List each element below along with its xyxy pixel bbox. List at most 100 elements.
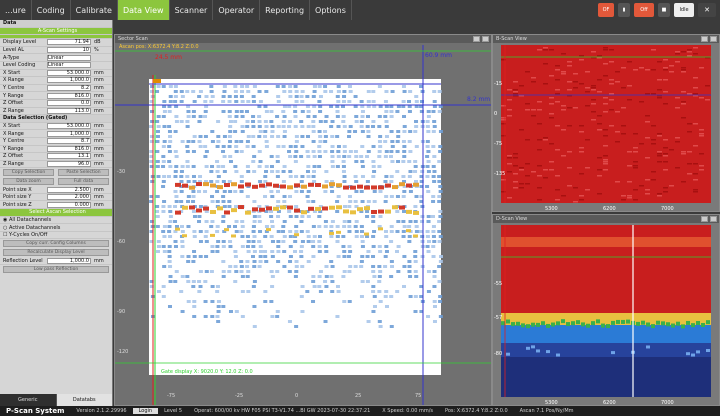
point-size-z-input[interactable]: 0.000: [47, 201, 91, 208]
full-data-button[interactable]: Full data: [58, 178, 109, 186]
scan-pixel: [645, 115, 650, 117]
y-range-input[interactable]: 816.0: [47, 92, 91, 99]
x-range-input[interactable]: 1,000.0: [47, 77, 91, 84]
scan-pixel: [269, 235, 274, 238]
display-level-input[interactable]: 71.94: [47, 39, 91, 46]
scan-pixel: [270, 195, 275, 198]
scan-pixel: [198, 255, 203, 258]
record-button[interactable]: OF: [598, 3, 614, 17]
tab-scanner[interactable]: Scanner: [170, 0, 214, 20]
data-zoom-button[interactable]: Data zoom: [3, 178, 54, 186]
scan-pixel: [543, 83, 548, 85]
recalculate-button[interactable]: Recalculate Display Level: [3, 249, 109, 257]
scan-pixel: [306, 190, 311, 193]
x-start-input[interactable]: 53.000.0: [47, 69, 91, 76]
tab-datatabs[interactable]: Datatabs: [56, 394, 112, 406]
scan-pixel: [621, 67, 626, 69]
b-scan-canvas[interactable]: -15 0 -75 -135 5300 6200 7000: [493, 35, 720, 212]
tab-measure[interactable]: ...ure: [0, 0, 32, 20]
y-range2-input[interactable]: 816.0: [47, 145, 91, 152]
scan-pixel: [531, 345, 535, 349]
scan-pixel: [323, 190, 328, 193]
scan-pixel: [383, 295, 388, 298]
scan-pixel: [372, 170, 377, 173]
scan-pixel: [663, 187, 668, 189]
scan-pixel: [384, 175, 389, 178]
tab-generic[interactable]: Generic: [0, 394, 57, 406]
scan-pixel: [215, 285, 220, 288]
x-range2-input[interactable]: 1,000.0: [47, 130, 91, 137]
tab-coding[interactable]: Coding: [32, 0, 71, 20]
unknown-icon[interactable]: ▮: [618, 3, 630, 17]
scan-pixel: [645, 69, 650, 71]
tab-calibrate[interactable]: Calibrate: [71, 0, 118, 20]
scan-pixel: [438, 315, 443, 318]
close-icon[interactable]: ✕: [698, 3, 716, 17]
login-button[interactable]: Login: [132, 408, 159, 414]
scan-pixel: [216, 310, 221, 313]
point-size-x-input[interactable]: 2.500: [47, 186, 91, 193]
scan-pixel: [203, 280, 208, 283]
reflection-level-input[interactable]: 1,000.0: [47, 257, 91, 264]
ascan-status-text: Ascan 7.1 Pos/Ny/Mm: [519, 408, 574, 414]
scan-pixel: [669, 185, 674, 187]
z-range2-input[interactable]: 96.0: [47, 160, 91, 167]
scan-pixel: [573, 187, 578, 189]
level-coding-select[interactable]: Linear: [47, 62, 91, 69]
low-pass-button[interactable]: Low pass Reflection: [3, 266, 109, 274]
z-range-input[interactable]: 113.0: [47, 107, 91, 114]
scan-pixel: [360, 245, 365, 248]
scan-pixel: [686, 352, 690, 356]
scan-pixel: [519, 167, 524, 169]
level-al-input[interactable]: 10: [47, 47, 91, 54]
scan-pixel: [311, 200, 316, 203]
scan-pixel: [330, 190, 335, 193]
d-scan-view[interactable]: D-Scan View -55 -57 -80 5300 6200 7000: [492, 214, 720, 406]
tab-data-view[interactable]: Data View: [117, 0, 170, 20]
paste-selection-button[interactable]: Paste Selection: [58, 169, 109, 177]
option-active-channels[interactable]: ○ Active Datachannels: [0, 224, 112, 232]
y-centre2-input[interactable]: 8.7: [47, 138, 91, 145]
d-scan-canvas[interactable]: -55 -57 -80 5300 6200 7000: [493, 215, 720, 406]
scan-pixel: [198, 175, 203, 178]
tab-options[interactable]: Options: [310, 0, 352, 20]
point-size-y-input[interactable]: 2.000: [47, 194, 91, 201]
scan-pixel: [585, 87, 590, 89]
b-scan-view[interactable]: B-Scan View -15 0 -75 -135 5300 6200 700…: [492, 34, 720, 212]
scan-pixel: [264, 110, 269, 113]
section-header-data[interactable]: Data: [0, 20, 112, 28]
sector-scan-canvas[interactable]: 24.5 mm 60.9 mm 8.2 mm Gate display X: 9…: [115, 35, 492, 406]
stop-icon[interactable]: ■: [658, 3, 670, 17]
z-offset2-input[interactable]: 13.1: [47, 153, 91, 160]
tab-reporting[interactable]: Reporting: [260, 0, 311, 20]
tab-operator[interactable]: Operator: [213, 0, 261, 20]
mode-toggle-button[interactable]: Off: [634, 3, 654, 17]
scan-pixel: [519, 85, 524, 87]
scan-pixel: [257, 240, 262, 243]
scan-pixel: [228, 120, 233, 123]
sector-scan-view[interactable]: Sector Scan Ascan pos: X:6372.4 Y:8.2 Z:…: [114, 34, 492, 406]
option-y-cycles[interactable]: ☐ Y-Cycles On/Off: [0, 232, 112, 240]
copy-config-button[interactable]: Copy curr. Config Columns: [3, 240, 109, 248]
scan-pixel: [543, 63, 548, 65]
copy-selection-button[interactable]: Copy Selection: [3, 169, 54, 177]
scan-pixel: [609, 61, 614, 63]
b-scan-image: [501, 45, 711, 203]
scan-pixel: [546, 323, 550, 328]
scan-pixel: [342, 300, 347, 303]
scan-pixel: [191, 175, 196, 178]
scan-pixel: [210, 140, 215, 143]
scan-pixel: [263, 255, 268, 258]
ascan-selection-button[interactable]: Select Ascan Selection: [0, 209, 112, 217]
option-all-channels[interactable]: ◉ All Datachannels: [0, 217, 112, 225]
scan-pixel: [609, 93, 614, 95]
y-centre-input[interactable]: 8.2: [47, 85, 91, 92]
scan-pixel: [401, 175, 406, 178]
ascan-settings-header[interactable]: A-Scan Settings: [0, 27, 112, 36]
x-tick-label: 6200: [603, 206, 616, 212]
a-type-select[interactable]: Linear: [47, 54, 91, 61]
z-offset-input[interactable]: 0.0: [47, 100, 91, 107]
scan-pixel: [251, 100, 256, 103]
x-start2-input[interactable]: 53.000.0: [47, 123, 91, 130]
scan-pixel: [168, 235, 173, 238]
